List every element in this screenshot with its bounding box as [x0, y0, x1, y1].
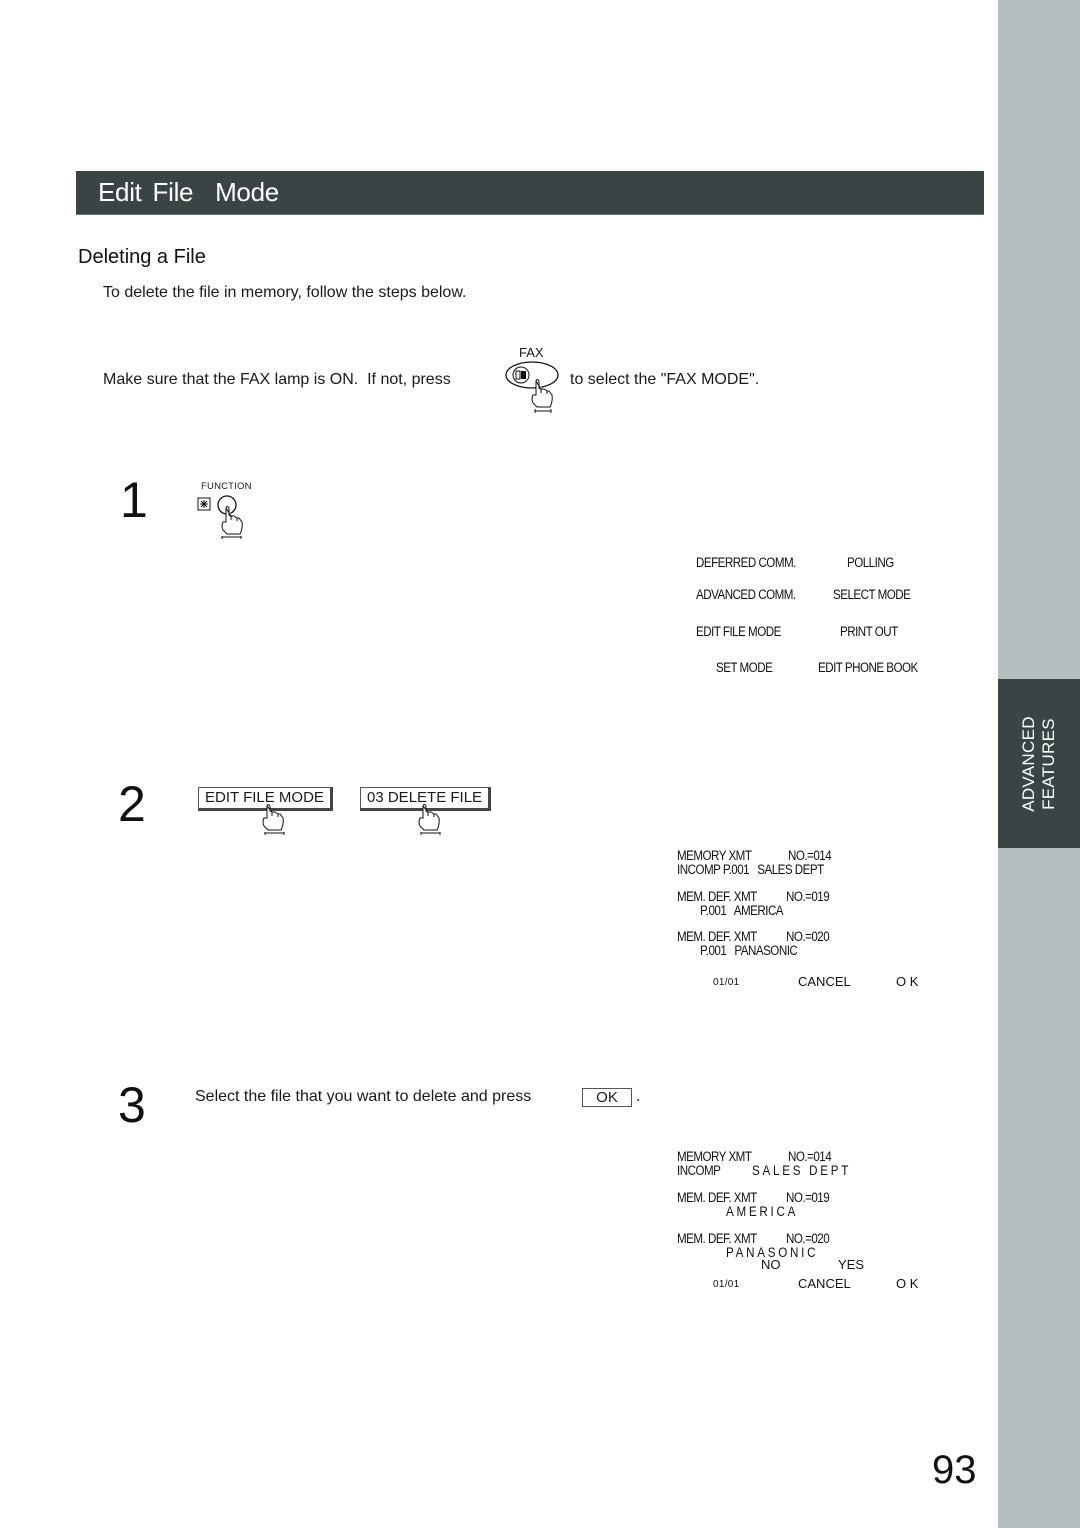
press-hand-icon: [262, 804, 285, 835]
file-2-no: NO.=019: [786, 1190, 830, 1205]
function-key-label: FUNCTION: [201, 481, 252, 492]
menu-item-deferred-comm: DEFERRED COMM.: [696, 555, 796, 570]
file-3-detail: P.001 PANASONIC: [700, 943, 798, 958]
section-tab-label: ADVANCED FEATURES: [998, 679, 1080, 848]
fax-key-icon[interactable]: [503, 361, 565, 416]
page-indicator: 01/01: [713, 977, 740, 988]
file-1-no: NO.=014: [788, 848, 832, 863]
section-title: Deleting a File: [78, 246, 206, 268]
file-2-no: NO.=019: [786, 889, 830, 904]
step-3-instruction: Select the file that you want to delete …: [195, 1088, 532, 1105]
file-1-detail: INCOMP P.001 SALES DEPT: [677, 862, 824, 877]
yes-softkey[interactable]: YES: [838, 1257, 864, 1272]
press-hand-icon: [418, 804, 441, 835]
cancel-softkey[interactable]: CANCEL: [798, 974, 851, 989]
file-1-name: SALES DEPT: [752, 1163, 852, 1178]
ok-softkey[interactable]: O K: [896, 1276, 918, 1291]
cancel-softkey[interactable]: CANCEL: [798, 1276, 851, 1291]
file-3-no: NO.=020: [786, 929, 830, 944]
menu-item-polling: POLLING: [847, 555, 894, 570]
file-1-type: MEMORY XMT: [677, 848, 752, 863]
menu-item-print-out: PRINT OUT: [840, 624, 898, 639]
section-tab-line2: FEATURES: [1039, 717, 1059, 810]
menu-item-edit-file-mode: EDIT FILE MODE: [696, 624, 781, 639]
page-title: Edit File Mode: [98, 177, 279, 207]
page-number: 93: [932, 1448, 977, 1492]
menu-item-edit-phone-book: EDIT PHONE BOOK: [818, 660, 918, 675]
fax-key-label: FAX: [519, 345, 544, 360]
section-tab-line1: ADVANCED: [1019, 715, 1039, 812]
menu-item-set-mode: SET MODE: [716, 660, 773, 675]
ok-key[interactable]: OK: [582, 1088, 632, 1107]
step-3-period: .: [636, 1088, 641, 1105]
file-2-name: AMERICA: [726, 1204, 799, 1219]
intro-text: To delete the file in memory, follow the…: [103, 284, 467, 301]
menu-item-advanced-comm: ADVANCED COMM.: [696, 587, 796, 602]
file-2-type: MEM. DEF. XMT: [677, 889, 757, 904]
file-3-type: MEM. DEF. XMT: [677, 1231, 757, 1246]
file-3-no: NO.=020: [786, 1231, 830, 1246]
file-2-type: MEM. DEF. XMT: [677, 1190, 757, 1205]
no-softkey[interactable]: NO: [761, 1257, 781, 1272]
file-2-detail: P.001 AMERICA: [700, 903, 784, 918]
fax-instruction-after: to select the "FAX MODE".: [570, 371, 760, 388]
step-1-number: 1: [120, 472, 148, 528]
menu-item-select-mode: SELECT MODE: [833, 587, 911, 602]
fax-instruction-before: Make sure that the FAX lamp is ON. If no…: [103, 371, 451, 388]
ok-softkey[interactable]: O K: [896, 974, 918, 989]
file-1-status: INCOMP: [677, 1163, 721, 1178]
step-3-number: 3: [118, 1077, 146, 1133]
file-1-no: NO.=014: [788, 1149, 832, 1164]
function-key-icon[interactable]: [196, 494, 256, 539]
step-2-number: 2: [118, 776, 146, 832]
file-3-type: MEM. DEF. XMT: [677, 929, 757, 944]
file-1-type: MEMORY XMT: [677, 1149, 752, 1164]
page-indicator: 01/01: [713, 1279, 740, 1290]
